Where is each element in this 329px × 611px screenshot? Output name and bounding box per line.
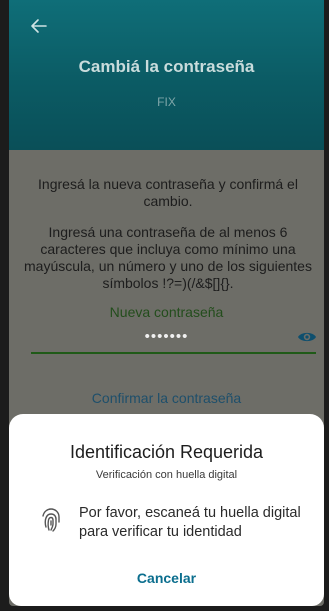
fingerprint-dialog: Identificación Requerida Verificación co…	[9, 414, 324, 606]
dialog-message: Por favor, escaneá tu huella digital par…	[79, 505, 301, 540]
instruction-text: Ingresá la nueva contraseña y confirmá e…	[38, 176, 298, 209]
dialog-title: Identificación Requerida	[69, 442, 264, 462]
page-title: Cambiá la contraseña	[78, 57, 255, 76]
new-password-label: Nueva contraseña	[109, 304, 224, 320]
fingerprint-icon	[40, 506, 62, 534]
app-screen: Cambiá la contraseña FIX Ingresá la nuev…	[9, 0, 324, 606]
requirements-text: Ingresá una contraseña de al menos 6 car…	[24, 224, 312, 291]
new-password-field[interactable]: •••••••	[9, 328, 324, 345]
cancel-button[interactable]: Cancelar	[9, 570, 324, 586]
arrow-left-icon[interactable]	[30, 17, 50, 37]
eye-icon[interactable]	[297, 330, 317, 344]
new-password-underline	[31, 352, 316, 354]
dialog-subtitle: Verificación con huella digital	[95, 469, 238, 481]
page-subtitle: FIX	[157, 95, 176, 109]
confirm-password-label: Confirmar la contraseña	[91, 390, 242, 406]
header: Cambiá la contraseña FIX	[9, 0, 324, 150]
